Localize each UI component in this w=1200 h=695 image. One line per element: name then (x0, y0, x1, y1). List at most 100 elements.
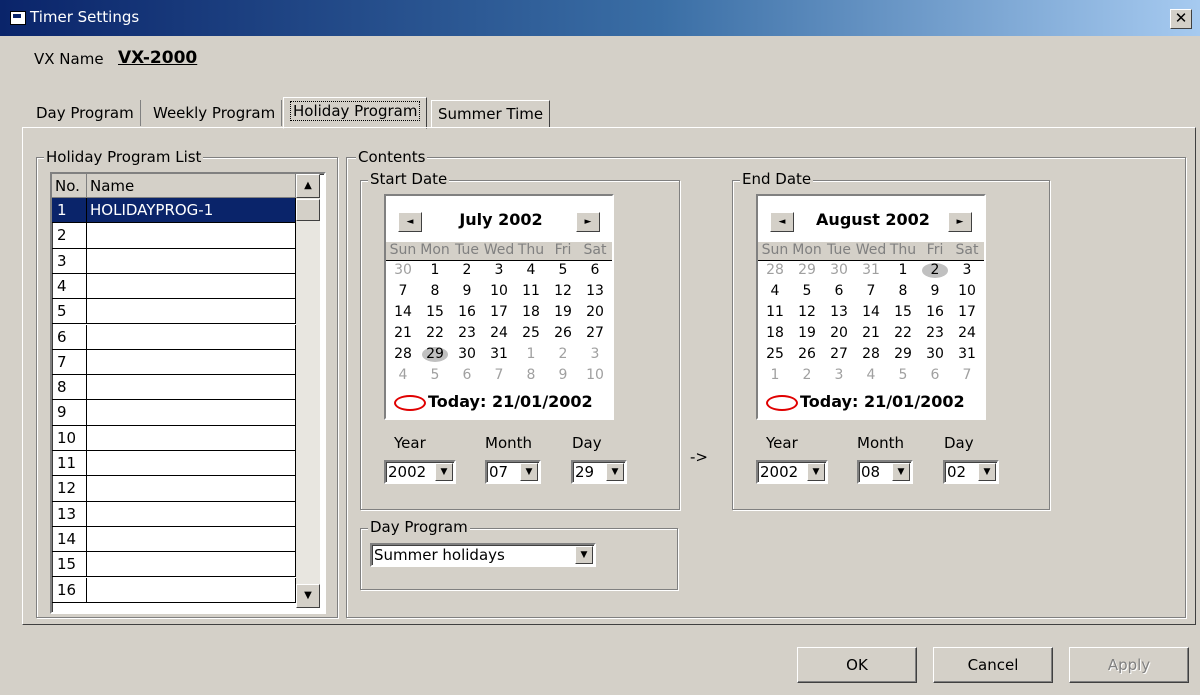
calendar-day[interactable]: 24 (483, 325, 515, 342)
list-item[interactable]: 3 (52, 248, 296, 274)
list-item[interactable]: 5 (52, 299, 296, 325)
calendar-day[interactable]: 31 (951, 346, 983, 363)
calendar-day[interactable]: 21 (855, 325, 887, 342)
day-program-select[interactable]: Summer holidays ▼ (370, 543, 596, 567)
calendar-day[interactable]: 11 (759, 304, 791, 321)
prev-month-button[interactable]: ◄ (398, 212, 422, 232)
calendar-day[interactable]: 29 (791, 262, 823, 279)
end-month-select[interactable]: 08 ▼ (857, 460, 913, 484)
calendar-day[interactable]: 5 (887, 367, 919, 384)
calendar-day[interactable]: 30 (919, 346, 951, 363)
chevron-down-icon[interactable]: ▼ (606, 463, 624, 481)
apply-button[interactable]: Apply (1069, 647, 1189, 683)
list-item[interactable]: 12 (52, 476, 296, 502)
calendar-day[interactable]: 9 (451, 283, 483, 300)
calendar-day[interactable]: 6 (919, 367, 951, 384)
calendar-day[interactable]: 2 (547, 346, 579, 363)
calendar-day[interactable]: 14 (855, 304, 887, 321)
calendar-day[interactable]: 16 (919, 304, 951, 321)
calendar-day[interactable]: 26 (547, 325, 579, 342)
end-year-select[interactable]: 2002 ▼ (756, 460, 828, 484)
calendar-day[interactable]: 9 (547, 367, 579, 384)
calendar-day[interactable]: 28 (855, 346, 887, 363)
cancel-button[interactable]: Cancel (933, 647, 1053, 683)
calendar-day[interactable]: 12 (547, 283, 579, 300)
list-item[interactable]: 8 (52, 375, 296, 401)
chevron-down-icon[interactable]: ▼ (892, 463, 910, 481)
calendar-day[interactable]: 3 (951, 262, 983, 279)
calendar-day[interactable]: 28 (759, 262, 791, 279)
list-item[interactable]: 1 HOLIDAYPROG-1 (52, 198, 296, 224)
calendar-day[interactable]: 23 (451, 325, 483, 342)
calendar-day[interactable]: 21 (387, 325, 419, 342)
calendar-day[interactable]: 6 (579, 262, 611, 279)
calendar-day[interactable]: 2 (451, 262, 483, 279)
calendar-day[interactable]: 17 (483, 304, 515, 321)
calendar-day[interactable]: 13 (823, 304, 855, 321)
calendar-day[interactable]: 6 (451, 367, 483, 384)
holiday-program-list[interactable]: No. Name 1 HOLIDAYPROG-1 2 3 4 5 6 7 8 9 10 11 12 13 1… (50, 172, 326, 614)
calendar-day[interactable]: 19 (547, 304, 579, 321)
calendar-day[interactable]: 5 (547, 262, 579, 279)
calendar-day[interactable]: 14 (387, 304, 419, 321)
calendar-day[interactable]: 7 (387, 283, 419, 300)
calendar-day[interactable]: 1 (419, 262, 451, 279)
list-item[interactable]: 9 (52, 400, 296, 426)
calendar-today-link[interactable]: Today: 21/01/2002 (766, 392, 965, 411)
calendar-day[interactable]: 15 (419, 304, 451, 321)
calendar-day[interactable]: 29 (887, 346, 919, 363)
calendar-day[interactable]: 28 (387, 346, 419, 363)
list-item[interactable]: 2 (52, 223, 296, 249)
prev-month-button[interactable]: ◄ (770, 212, 794, 232)
end-day-select[interactable]: 02 ▼ (943, 460, 999, 484)
calendar-day[interactable]: 10 (579, 367, 611, 384)
calendar-day[interactable]: 1 (515, 346, 547, 363)
tab-holiday-program[interactable]: Holiday Program (283, 97, 428, 129)
scroll-down-button[interactable]: ▼ (296, 584, 320, 608)
calendar-day[interactable]: 25 (515, 325, 547, 342)
calendar-day[interactable]: 27 (579, 325, 611, 342)
tab-weekly-program[interactable]: Weekly Program (147, 100, 283, 126)
calendar-day[interactable]: 19 (791, 325, 823, 342)
calendar-day[interactable]: 4 (515, 262, 547, 279)
scroll-up-button[interactable]: ▲ (296, 174, 320, 198)
calendar-day[interactable]: 3 (823, 367, 855, 384)
list-item[interactable]: 7 (52, 349, 296, 376)
list-item[interactable]: 15 (52, 552, 296, 578)
list-item[interactable]: 10 (52, 425, 296, 451)
list-item[interactable]: 16 (52, 577, 296, 603)
calendar-day[interactable]: 29 (419, 346, 451, 363)
list-item[interactable]: 11 (52, 451, 296, 477)
calendar-day[interactable]: 7 (951, 367, 983, 384)
calendar-day[interactable]: 1 (887, 262, 919, 279)
calendar-day[interactable]: 26 (791, 346, 823, 363)
calendar-day[interactable]: 30 (451, 346, 483, 363)
calendar-day[interactable]: 23 (919, 325, 951, 342)
calendar-day[interactable]: 4 (759, 283, 791, 300)
end-date-calendar[interactable]: ◄ August 2002 ► Sun Mon Tue Wed Thu Fri Sat 28 29 30… (756, 194, 986, 420)
start-year-select[interactable]: 2002 ▼ (384, 460, 456, 484)
list-item[interactable]: 6 (52, 324, 296, 350)
list-scrollbar[interactable]: ▲ ▼ (296, 174, 320, 608)
calendar-day[interactable]: 25 (759, 346, 791, 363)
start-month-select[interactable]: 07 ▼ (485, 460, 541, 484)
calendar-day[interactable]: 27 (823, 346, 855, 363)
calendar-day[interactable]: 13 (579, 283, 611, 300)
calendar-day[interactable]: 16 (451, 304, 483, 321)
calendar-day[interactable]: 12 (791, 304, 823, 321)
scroll-thumb[interactable] (296, 199, 320, 221)
calendar-day[interactable]: 15 (887, 304, 919, 321)
calendar-day[interactable]: 17 (951, 304, 983, 321)
calendar-day[interactable]: 22 (419, 325, 451, 342)
calendar-day[interactable]: 3 (579, 346, 611, 363)
next-month-button[interactable]: ► (948, 212, 972, 232)
calendar-today-link[interactable]: Today: 21/01/2002 (394, 392, 593, 411)
tab-summer-time[interactable]: Summer Time (431, 100, 551, 128)
start-day-select[interactable]: 29 ▼ (571, 460, 627, 484)
calendar-day[interactable]: 3 (483, 262, 515, 279)
calendar-day[interactable]: 24 (951, 325, 983, 342)
list-item[interactable]: 14 (52, 526, 296, 553)
chevron-down-icon[interactable]: ▼ (575, 546, 593, 564)
list-item[interactable]: 4 (52, 273, 296, 300)
calendar-day[interactable]: 20 (579, 304, 611, 321)
